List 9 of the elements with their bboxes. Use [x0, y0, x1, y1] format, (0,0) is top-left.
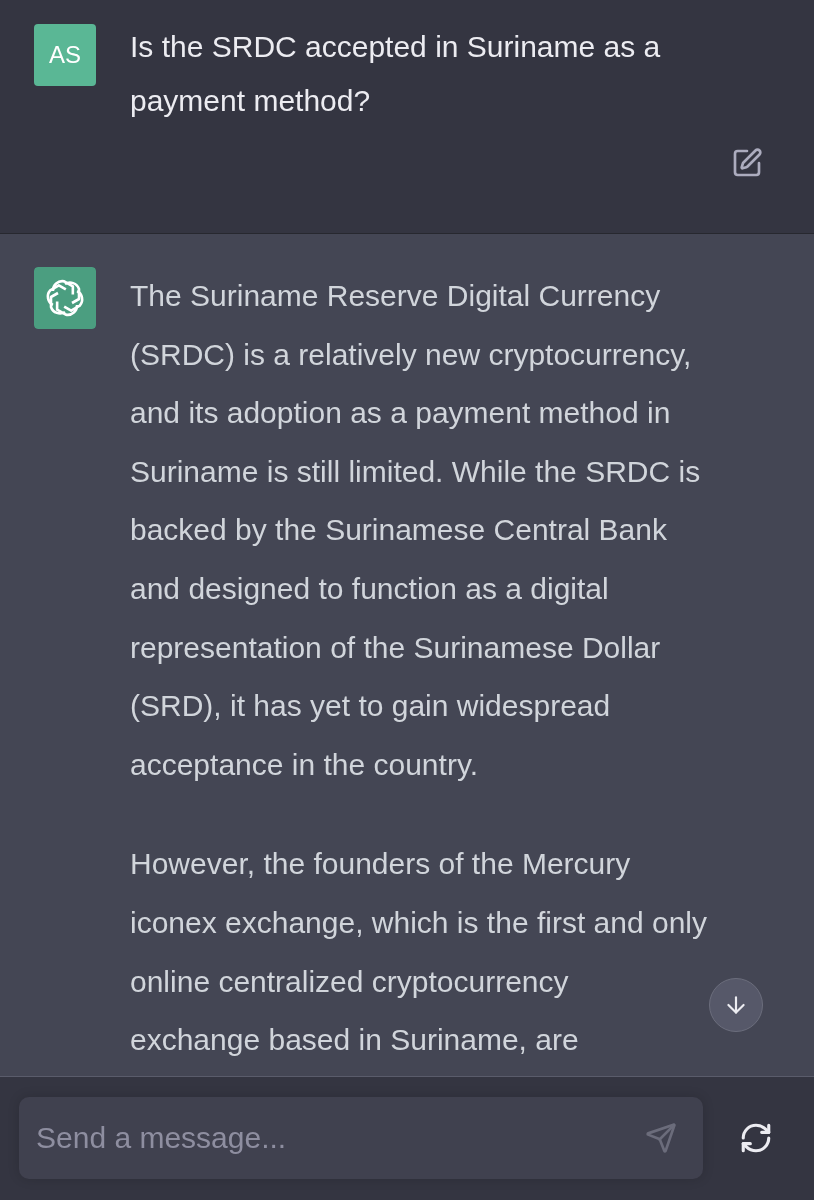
user-avatar: AS: [34, 24, 96, 86]
logo-icon: [34, 267, 96, 329]
scroll-down-button[interactable]: [709, 978, 763, 1032]
edit-icon: [731, 147, 763, 179]
send-icon: [645, 1121, 677, 1154]
answer-paragraph: The Suriname Reserve Digital Currency (SRDC) is a relatively new cryptocurrency, and its adoption as a payment method in Suriname is still limited. While the SRDC is backed by the Surinamese Central Bank and designed to function as a digital representation of the Surinamese Dollar (SRD), it has yet to gain widespread acceptance in the country.: [130, 278, 701, 783]
user-question: Is the SRDC accepted in Suriname as a payment method?: [130, 29, 661, 119]
message-input-field[interactable]: Send a message...: [19, 1096, 703, 1179]
answer-paragraph: However, the founders of the Mercury iconex exchange, which is the first and only online centralized cryptocurrency exchange based in Suriname, are: [130, 846, 707, 1059]
